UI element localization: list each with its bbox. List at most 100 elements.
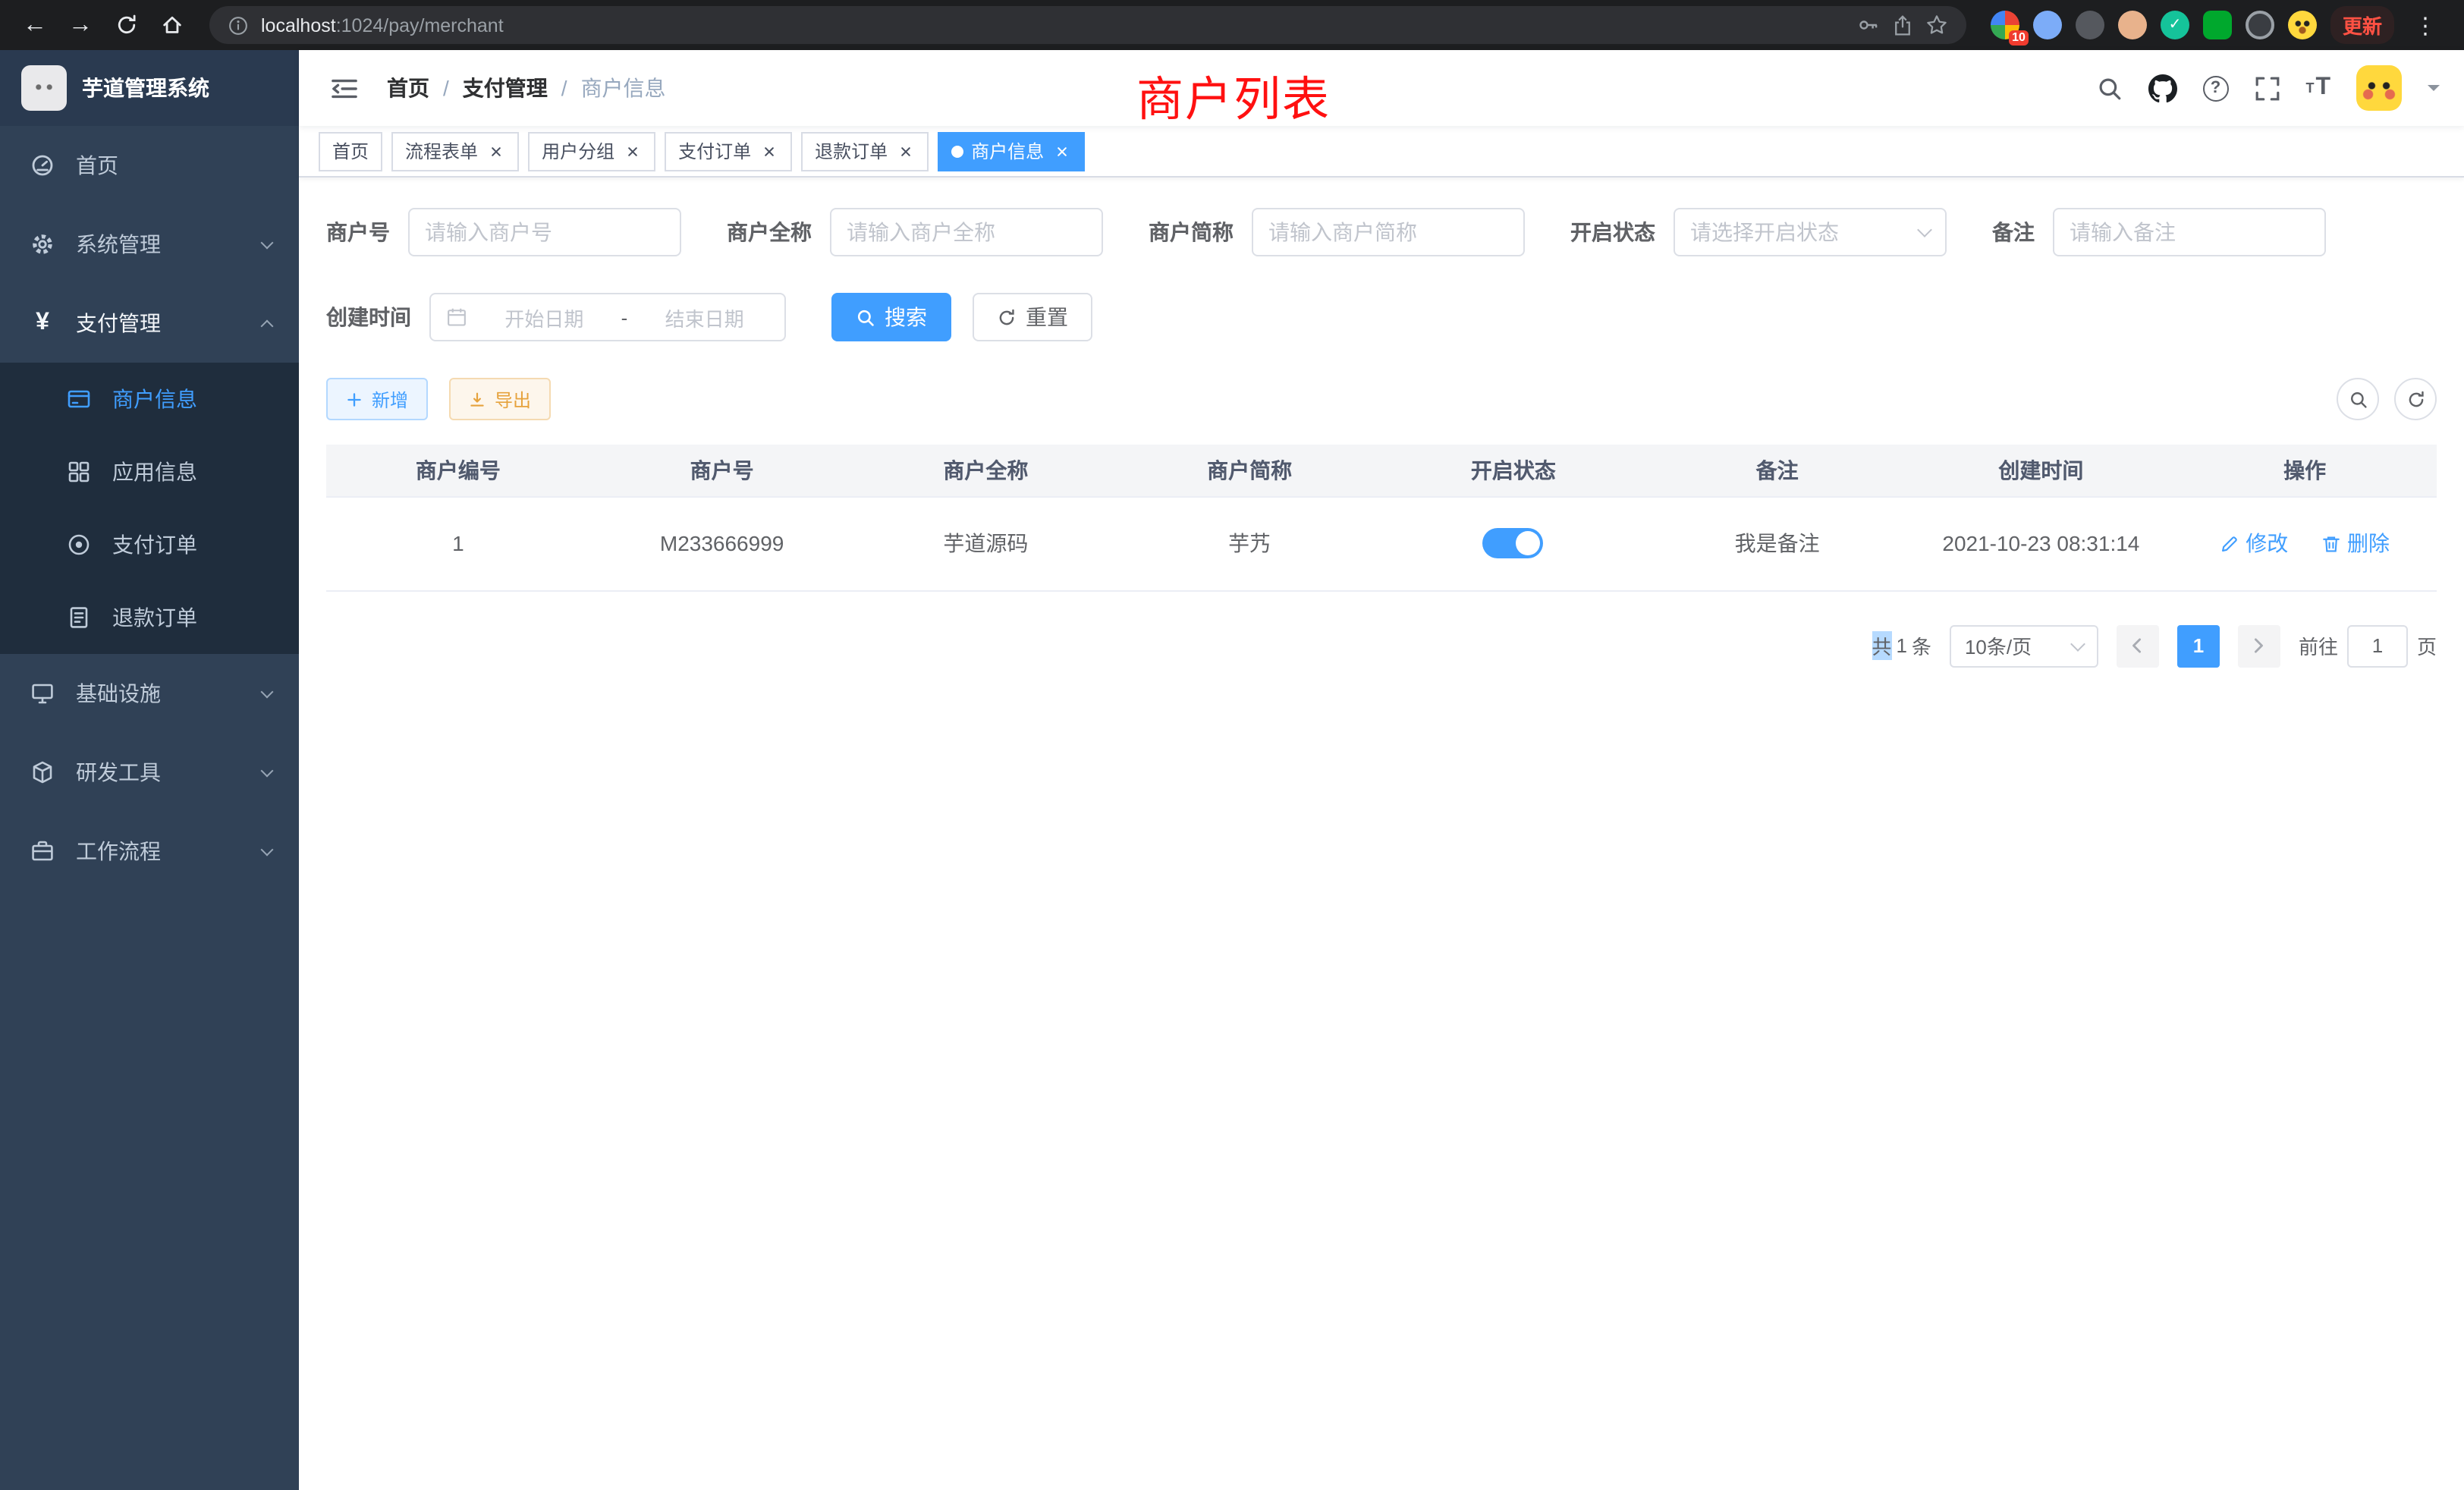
tab-label: 商户信息 <box>971 138 1044 164</box>
toggle-search-button[interactable] <box>2337 378 2379 420</box>
sidebar-item-dev-tools[interactable]: 研发工具 <box>0 733 299 812</box>
full-name-input[interactable] <box>847 220 1086 244</box>
page-size-select[interactable]: 10条/页 <box>1950 624 2098 667</box>
chevron-down-icon <box>2070 636 2085 651</box>
breadcrumb-current: 商户信息 <box>581 73 666 103</box>
tab-user-group[interactable]: 用户分组 <box>528 131 655 171</box>
user-avatar[interactable] <box>2356 65 2402 111</box>
close-icon[interactable] <box>759 141 778 161</box>
sidebar-collapse-icon[interactable] <box>323 69 366 107</box>
search-icon[interactable] <box>2096 75 2122 101</box>
tab-label: 用户分组 <box>542 138 614 164</box>
sidebar-item-label: 应用信息 <box>112 457 197 487</box>
pagination-goto: 前往 页 <box>2299 624 2437 667</box>
password-key-icon[interactable] <box>1857 14 1880 36</box>
close-icon[interactable] <box>1051 141 1071 161</box>
font-size-icon[interactable] <box>2305 74 2330 102</box>
monitor-icon <box>27 681 58 706</box>
edit-link[interactable]: 修改 <box>2220 528 2288 558</box>
briefcase-icon <box>27 839 58 863</box>
app: 芋道管理系统 首页 系统管理 ¥ <box>0 50 2464 1490</box>
extension-avatar-icon[interactable] <box>2118 11 2147 39</box>
status-toggle[interactable] <box>1483 528 1544 558</box>
extension-dark-icon[interactable] <box>2076 11 2104 39</box>
select-placeholder: 请选择开启状态 <box>1690 217 1839 247</box>
fullscreen-icon[interactable] <box>2254 75 2280 101</box>
tab-pay-orders[interactable]: 支付订单 <box>665 131 792 171</box>
tab-merchant-info[interactable]: 商户信息 <box>938 131 1085 171</box>
main-area: 首页 / 支付管理 / 商户信息 <box>299 50 2464 1490</box>
merchant-table: 商户编号 商户号 商户全称 商户简称 开启状态 备注 创建时间 操作 1 <box>326 445 2437 591</box>
page-number-button[interactable]: 1 <box>2177 624 2220 667</box>
extension-green-square-icon[interactable] <box>2203 11 2232 39</box>
sidebar-item-refund-orders[interactable]: 退款订单 <box>0 581 299 654</box>
sidebar-item-infrastructure[interactable]: 基础设施 <box>0 654 299 733</box>
export-button[interactable]: 导出 <box>449 378 551 420</box>
browser-menu-icon[interactable]: ⋮ <box>2408 11 2443 39</box>
github-icon[interactable] <box>2148 74 2176 102</box>
status-select[interactable]: 请选择开启状态 <box>1674 208 1947 256</box>
extensions-strip: 10 ✓ 更新 ⋮ <box>1985 6 2449 44</box>
breadcrumb-payment[interactable]: 支付管理 <box>463 73 548 103</box>
breadcrumb-home[interactable]: 首页 <box>387 73 429 103</box>
filter-label: 开启状态 <box>1570 217 1655 247</box>
extension-emoji-icon[interactable] <box>2288 11 2317 39</box>
share-icon[interactable] <box>1892 14 1913 36</box>
close-icon[interactable] <box>622 141 642 161</box>
url-text: localhost:1024/pay/merchant <box>261 14 504 36</box>
extension-pinwheel-icon[interactable] <box>2246 11 2274 39</box>
filter-create-time: 创建时间 开始日期 - 结束日期 <box>326 293 786 341</box>
extension-badge: 10 <box>2009 30 2029 46</box>
cell-short-name: 芋艿 <box>1117 496 1381 590</box>
sidebar-item-merchant-info[interactable]: 商户信息 <box>0 363 299 435</box>
help-icon[interactable] <box>2202 75 2228 101</box>
add-button[interactable]: 新增 <box>326 378 428 420</box>
sidebar-item-payment[interactable]: ¥ 支付管理 <box>0 284 299 363</box>
short-name-input[interactable] <box>1268 220 1508 244</box>
bookmark-star-icon[interactable] <box>1925 14 1948 36</box>
refresh-table-button[interactable] <box>2394 378 2437 420</box>
next-page-button[interactable] <box>2238 624 2280 667</box>
chevron-down-icon <box>261 236 274 249</box>
prev-page-button[interactable] <box>2117 624 2159 667</box>
tab-process-form[interactable]: 流程表单 <box>391 131 519 171</box>
reset-button[interactable]: 重置 <box>973 293 1092 341</box>
sidebar: 芋道管理系统 首页 系统管理 ¥ <box>0 50 299 1490</box>
chrome-update-button[interactable]: 更新 <box>2330 6 2394 44</box>
table-header-row: 商户编号 商户号 商户全称 商户简称 开启状态 备注 创建时间 操作 <box>326 445 2437 496</box>
browser-home-button[interactable] <box>152 5 191 45</box>
date-start-placeholder: 开始日期 <box>479 303 609 332</box>
merchant-no-input[interactable] <box>425 220 665 244</box>
search-button[interactable]: 搜索 <box>831 293 951 341</box>
search-button-label: 搜索 <box>885 302 927 332</box>
extension-colorful-icon[interactable]: 10 <box>1991 11 2019 39</box>
close-icon[interactable] <box>486 141 505 161</box>
tab-refund-orders[interactable]: 退款订单 <box>801 131 929 171</box>
user-menu-caret-icon[interactable] <box>2428 85 2440 97</box>
delete-link[interactable]: 删除 <box>2321 528 2390 558</box>
column-header: 商户号 <box>590 445 854 496</box>
goto-page-input[interactable] <box>2347 624 2408 667</box>
sidebar-item-app-info[interactable]: 应用信息 <box>0 435 299 508</box>
sidebar-item-workflow[interactable]: 工作流程 <box>0 812 299 891</box>
sidebar-item-pay-orders[interactable]: 支付订单 <box>0 508 299 581</box>
address-bar[interactable]: localhost:1024/pay/merchant <box>209 6 1966 44</box>
extension-drop-icon[interactable] <box>2033 11 2062 39</box>
close-icon[interactable] <box>895 141 915 161</box>
browser-forward-button[interactable]: → <box>61 5 100 45</box>
sidebar-item-home[interactable]: 首页 <box>0 126 299 205</box>
page-info-icon[interactable] <box>228 14 249 36</box>
sidebar-item-system[interactable]: 系统管理 <box>0 205 299 284</box>
pagination-total: 共 1 条 <box>1872 631 1931 660</box>
calendar-icon <box>446 306 467 328</box>
remark-input[interactable] <box>2070 220 2309 244</box>
target-icon <box>64 533 94 557</box>
date-range-picker[interactable]: 开始日期 - 结束日期 <box>429 293 786 341</box>
browser-back-button[interactable]: ← <box>15 5 55 45</box>
sidebar-item-label: 基础设施 <box>76 678 161 709</box>
table-row: 1 M233666999 芋道源码 芋艿 我是备注 2021-10-23 08:… <box>326 496 2437 590</box>
extension-check-icon[interactable]: ✓ <box>2161 11 2189 39</box>
tab-home[interactable]: 首页 <box>319 131 382 171</box>
browser-reload-button[interactable] <box>106 5 146 45</box>
app-title: 芋道管理系统 <box>82 73 209 103</box>
